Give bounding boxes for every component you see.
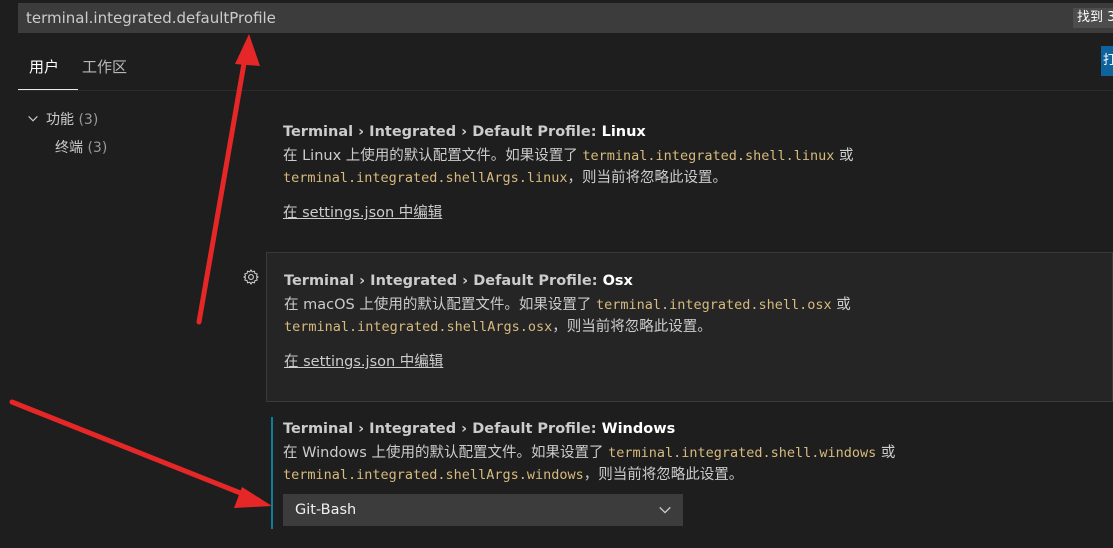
edit-in-settings-json-link[interactable]: 在 settings.json 中编辑	[283, 203, 442, 223]
gear-icon[interactable]	[242, 268, 260, 286]
annotation-arrow-2	[9, 399, 272, 508]
desc-code: terminal.integrated.shellArgs.osx	[284, 319, 553, 335]
setting-name: Osx	[602, 273, 633, 289]
desc-text: 在 macOS 上使用的默认配置文件。如果设置了	[284, 297, 596, 313]
desc-text: ，则当前将忽略此设置。	[583, 467, 744, 483]
desc-text: ，则当前将忽略此设置。	[552, 319, 712, 335]
setting-category: Terminal › Integrated › Default Profile:	[283, 421, 602, 437]
settings-search-bar[interactable]: 找到 3	[18, 3, 1113, 33]
setting-title: Terminal › Integrated › Default Profile:…	[283, 122, 1113, 142]
desc-text: 在 Linux 上使用的默认配置文件。如果设置了	[283, 148, 583, 164]
chevron-down-icon	[659, 506, 671, 514]
toc-item-label: 终端	[55, 140, 83, 156]
tabs-divider	[18, 90, 1113, 91]
toc-group-features[interactable]: 功能 (3)	[26, 110, 98, 130]
desc-code: terminal.integrated.shellArgs.windows	[283, 467, 584, 483]
setting-category: Terminal › Integrated › Default Profile:	[283, 124, 602, 140]
tab-user[interactable]: 用户	[29, 54, 59, 80]
desc-code: terminal.integrated.shell.osx	[595, 297, 832, 313]
open-settings-json-button[interactable]: 打	[1101, 46, 1113, 76]
desc-text: 或	[831, 297, 851, 313]
setting-default-profile-linux: Terminal › Integrated › Default Profile:…	[266, 122, 1113, 223]
desc-code: terminal.integrated.shell.linux	[582, 148, 835, 164]
setting-name: Linux	[601, 124, 646, 140]
desc-code: terminal.integrated.shellArgs.linux	[283, 170, 568, 186]
toc-group-label: 功能	[46, 112, 74, 128]
setting-default-profile-windows: Terminal › Integrated › Default Profile:…	[266, 417, 1113, 531]
tab-workspace[interactable]: 工作区	[82, 54, 127, 80]
setting-name: Windows	[601, 421, 676, 437]
desc-text: 或	[834, 148, 854, 164]
edit-in-settings-json-link[interactable]: 在 settings.json 中编辑	[284, 352, 443, 372]
desc-text: ，则当前将忽略此设置。	[567, 170, 727, 186]
search-input[interactable]	[18, 3, 1066, 33]
default-profile-windows-select[interactable]: Git-Bash	[283, 494, 683, 526]
desc-text: 在 Windows 上使用的默认配置文件。如果设置了	[283, 445, 609, 461]
setting-title: Terminal › Integrated › Default Profile:…	[284, 271, 1112, 291]
toc-group-count: (3)	[78, 112, 99, 128]
desc-text: 或	[876, 445, 896, 461]
setting-description: 在 macOS 上使用的默认配置文件。如果设置了 terminal.integr…	[284, 294, 1112, 338]
setting-default-profile-osx: Terminal › Integrated › Default Profile:…	[266, 252, 1113, 402]
desc-code: terminal.integrated.shell.windows	[608, 445, 877, 461]
chevron-down-icon	[28, 115, 38, 122]
setting-description: 在 Windows 上使用的默认配置文件。如果设置了 terminal.inte…	[283, 442, 1113, 486]
toc-item-count: (3)	[87, 140, 108, 156]
result-count-badge: 找到 3	[1073, 8, 1113, 28]
setting-category: Terminal › Integrated › Default Profile:	[284, 273, 603, 289]
setting-description: 在 Linux 上使用的默认配置文件。如果设置了 terminal.integr…	[283, 145, 1113, 189]
select-value: Git-Bash	[295, 502, 357, 518]
toc-item-terminal[interactable]: 终端 (3)	[55, 138, 107, 158]
setting-title: Terminal › Integrated › Default Profile:…	[283, 419, 1113, 439]
